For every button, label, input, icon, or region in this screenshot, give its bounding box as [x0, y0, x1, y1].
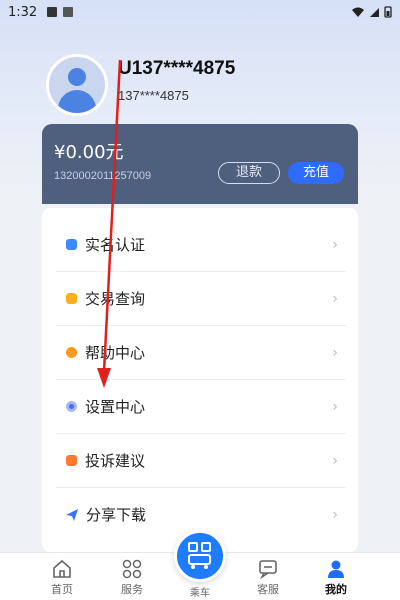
status-bar: 1:32	[0, 0, 400, 24]
menu-item-label: 交易查询	[85, 290, 146, 308]
chevron-right-icon: ›	[332, 344, 338, 361]
chat-bubble-icon	[259, 560, 277, 579]
nav-label: 首页	[51, 583, 73, 596]
menu-item-label: 设置中心	[85, 398, 146, 416]
menu-item-settings[interactable]: 设置中心 ›	[42, 380, 358, 433]
chat-icon	[66, 347, 77, 358]
id-card-icon	[66, 239, 77, 250]
nav-services[interactable]: 服务	[102, 553, 162, 600]
battery-icon	[384, 6, 392, 18]
nav-customer-service[interactable]: 客服	[238, 553, 298, 600]
status-time: 1:32	[8, 4, 38, 20]
nav-label: 服务	[121, 583, 143, 596]
menu-item-real-name[interactable]: 实名认证 ›	[42, 218, 358, 271]
ride-button[interactable]	[174, 530, 226, 582]
refund-button[interactable]: 退款	[218, 162, 280, 184]
menu-list: 实名认证 › 交易查询 › 帮助中心 › 设置中心 › 投诉建议 › 分享下载 …	[42, 208, 358, 552]
menu-item-complaints[interactable]: 投诉建议 ›	[42, 434, 358, 487]
notification-icon	[63, 7, 74, 17]
menu-item-transactions[interactable]: 交易查询 ›	[42, 272, 358, 325]
notification-icon	[47, 7, 58, 17]
avatar-body	[58, 90, 96, 113]
send-icon	[66, 508, 78, 521]
username: U137****4875	[118, 58, 236, 79]
chevron-right-icon: ›	[332, 398, 338, 415]
balance-amount: ¥0.00元	[54, 142, 124, 163]
signal-icon	[370, 7, 379, 17]
chevron-right-icon: ›	[332, 452, 338, 469]
wallet-icon	[66, 293, 77, 304]
wallet-card: ¥0.00元 1320002011257009 退款 充值	[42, 124, 358, 204]
menu-item-label: 帮助中心	[85, 344, 146, 362]
nav-home[interactable]: 首页	[32, 553, 92, 600]
avatar-head	[68, 68, 86, 86]
phone-number: 137****4875	[118, 88, 189, 103]
menu-item-help[interactable]: 帮助中心 ›	[42, 326, 358, 379]
ride-label: 乘车	[190, 588, 210, 599]
qr-bus-icon	[188, 542, 211, 569]
wifi-icon	[352, 7, 364, 17]
grid-icon	[122, 559, 142, 579]
avatar[interactable]	[46, 54, 108, 116]
card-number: 1320002011257009	[54, 170, 152, 182]
menu-item-label: 投诉建议	[85, 452, 146, 470]
nav-label: 客服	[257, 583, 279, 596]
recharge-button[interactable]: 充值	[288, 162, 344, 184]
menu-item-label: 实名认证	[85, 236, 146, 254]
chevron-right-icon: ›	[332, 290, 338, 307]
status-indicators	[351, 6, 392, 18]
home-icon	[53, 559, 71, 578]
gear-icon	[66, 401, 77, 412]
chevron-right-icon: ›	[332, 236, 338, 253]
menu-item-label: 分享下载	[86, 506, 147, 524]
nav-label: 我的	[325, 583, 347, 596]
person-icon	[328, 560, 344, 578]
chevron-right-icon: ›	[332, 506, 338, 523]
nav-mine[interactable]: 我的	[306, 553, 366, 600]
note-icon	[66, 455, 77, 466]
